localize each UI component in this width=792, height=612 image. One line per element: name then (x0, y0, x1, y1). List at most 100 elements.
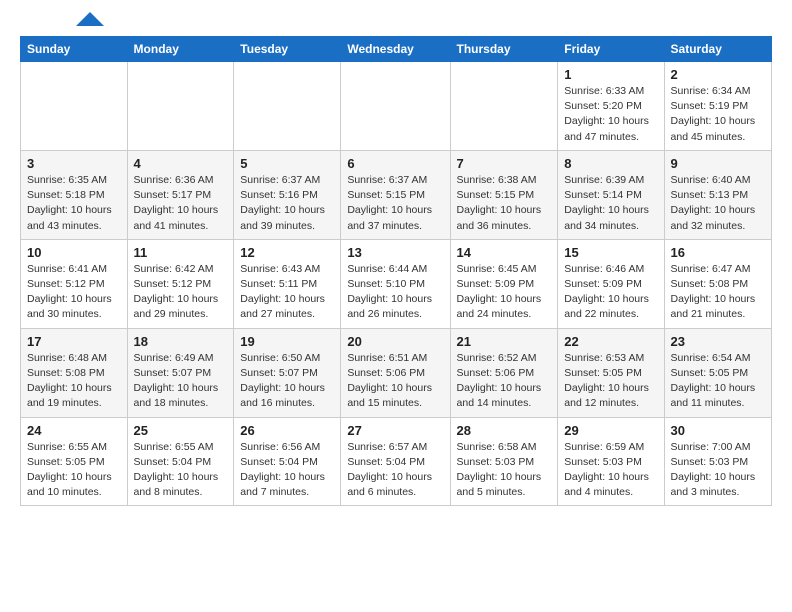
calendar-cell: 3 Sunrise: 6:35 AM Sunset: 5:18 PM Daylig… (21, 150, 128, 239)
calendar-table: SundayMondayTuesdayWednesdayThursdayFrid… (20, 36, 772, 506)
day-info: Sunrise: 6:39 AM Sunset: 5:14 PM Dayligh… (564, 173, 657, 234)
calendar-cell: 27 Sunrise: 6:57 AM Sunset: 5:04 PM Dayli… (341, 417, 450, 506)
day-number: 10 (27, 245, 121, 260)
calendar-cell: 21Sunrise: 6:52 AM Sunset: 5:06 PM Dayli… (450, 328, 558, 417)
day-number: 13 (347, 245, 443, 260)
calendar-cell: 11 Sunrise: 6:42 AM Sunset: 5:12 PM Dayli… (127, 239, 234, 328)
day-info: Sunrise: 6:49 AM Sunset: 5:07 PM Dayligh… (134, 351, 228, 412)
calendar-cell: 12 Sunrise: 6:43 AM Sunset: 5:11 PM Dayli… (234, 239, 341, 328)
day-number: 24 (27, 423, 121, 438)
day-number: 18 (134, 334, 228, 349)
day-number: 19 (240, 334, 334, 349)
calendar-cell: 2 Sunrise: 6:34 AM Sunset: 5:19 PM Daylig… (664, 62, 771, 151)
day-info: Sunrise: 6:38 AM Sunset: 5:15 PM Dayligh… (457, 173, 552, 234)
day-info: Sunrise: 6:40 AM Sunset: 5:13 PM Dayligh… (671, 173, 765, 234)
calendar-cell: 4 Sunrise: 6:36 AM Sunset: 5:17 PM Daylig… (127, 150, 234, 239)
day-of-week-header: Sunday (21, 37, 128, 62)
day-of-week-header: Friday (558, 37, 664, 62)
calendar-cell: 23 Sunrise: 6:54 AM Sunset: 5:05 PM Dayli… (664, 328, 771, 417)
day-info: Sunrise: 6:44 AM Sunset: 5:10 PM Dayligh… (347, 262, 443, 323)
calendar-cell (21, 62, 128, 151)
calendar-cell: 9Sunrise: 6:40 AM Sunset: 5:13 PM Daylig… (664, 150, 771, 239)
day-number: 29 (564, 423, 657, 438)
day-info: Sunrise: 7:00 AM Sunset: 5:03 PM Dayligh… (671, 440, 765, 501)
day-number: 20 (347, 334, 443, 349)
day-info: Sunrise: 6:37 AM Sunset: 5:16 PM Dayligh… (240, 173, 334, 234)
day-info: Sunrise: 6:55 AM Sunset: 5:04 PM Dayligh… (134, 440, 228, 501)
day-number: 5 (240, 156, 334, 171)
day-info: Sunrise: 6:58 AM Sunset: 5:03 PM Dayligh… (457, 440, 552, 501)
logo (20, 16, 104, 26)
day-number: 1 (564, 67, 657, 82)
day-number: 23 (671, 334, 765, 349)
calendar-cell: 17 Sunrise: 6:48 AM Sunset: 5:08 PM Dayli… (21, 328, 128, 417)
day-info: Sunrise: 6:53 AM Sunset: 5:05 PM Dayligh… (564, 351, 657, 412)
day-info: Sunrise: 6:57 AM Sunset: 5:04 PM Dayligh… (347, 440, 443, 501)
calendar-cell: 16 Sunrise: 6:47 AM Sunset: 5:08 PM Dayli… (664, 239, 771, 328)
calendar-cell: 10 Sunrise: 6:41 AM Sunset: 5:12 PM Dayli… (21, 239, 128, 328)
day-number: 27 (347, 423, 443, 438)
day-number: 28 (457, 423, 552, 438)
day-number: 11 (134, 245, 228, 260)
calendar-cell: 30 Sunrise: 7:00 AM Sunset: 5:03 PM Dayli… (664, 417, 771, 506)
calendar-cell: 1 Sunrise: 6:33 AM Sunset: 5:20 PM Daylig… (558, 62, 664, 151)
day-number: 12 (240, 245, 334, 260)
day-of-week-header: Monday (127, 37, 234, 62)
day-info: Sunrise: 6:48 AM Sunset: 5:08 PM Dayligh… (27, 351, 121, 412)
calendar-cell: 5 Sunrise: 6:37 AM Sunset: 5:16 PM Daylig… (234, 150, 341, 239)
calendar-week-row: 24 Sunrise: 6:55 AM Sunset: 5:05 PM Dayli… (21, 417, 772, 506)
calendar-cell: 15Sunrise: 6:46 AM Sunset: 5:09 PM Dayli… (558, 239, 664, 328)
day-of-week-header: Saturday (664, 37, 771, 62)
day-info: Sunrise: 6:33 AM Sunset: 5:20 PM Dayligh… (564, 84, 657, 145)
logo-icon (76, 12, 104, 26)
day-number: 2 (671, 67, 765, 82)
day-info: Sunrise: 6:47 AM Sunset: 5:08 PM Dayligh… (671, 262, 765, 323)
day-number: 3 (27, 156, 121, 171)
calendar-week-row: 10 Sunrise: 6:41 AM Sunset: 5:12 PM Dayli… (21, 239, 772, 328)
day-info: Sunrise: 6:56 AM Sunset: 5:04 PM Dayligh… (240, 440, 334, 501)
calendar-cell: 18 Sunrise: 6:49 AM Sunset: 5:07 PM Dayli… (127, 328, 234, 417)
calendar-week-row: 17 Sunrise: 6:48 AM Sunset: 5:08 PM Dayli… (21, 328, 772, 417)
day-info: Sunrise: 6:41 AM Sunset: 5:12 PM Dayligh… (27, 262, 121, 323)
calendar-cell: 13 Sunrise: 6:44 AM Sunset: 5:10 PM Dayli… (341, 239, 450, 328)
day-info: Sunrise: 6:46 AM Sunset: 5:09 PM Dayligh… (564, 262, 657, 323)
day-info: Sunrise: 6:35 AM Sunset: 5:18 PM Dayligh… (27, 173, 121, 234)
page-header (20, 16, 772, 26)
day-info: Sunrise: 6:45 AM Sunset: 5:09 PM Dayligh… (457, 262, 552, 323)
day-of-week-header: Tuesday (234, 37, 341, 62)
day-number: 25 (134, 423, 228, 438)
day-info: Sunrise: 6:59 AM Sunset: 5:03 PM Dayligh… (564, 440, 657, 501)
day-number: 17 (27, 334, 121, 349)
calendar-cell: 22 Sunrise: 6:53 AM Sunset: 5:05 PM Dayli… (558, 328, 664, 417)
calendar-cell: 7 Sunrise: 6:38 AM Sunset: 5:15 PM Daylig… (450, 150, 558, 239)
day-info: Sunrise: 6:54 AM Sunset: 5:05 PM Dayligh… (671, 351, 765, 412)
day-number: 6 (347, 156, 443, 171)
day-number: 14 (457, 245, 552, 260)
day-number: 22 (564, 334, 657, 349)
day-number: 7 (457, 156, 552, 171)
day-number: 26 (240, 423, 334, 438)
day-number: 8 (564, 156, 657, 171)
day-number: 4 (134, 156, 228, 171)
calendar-week-row: 1 Sunrise: 6:33 AM Sunset: 5:20 PM Daylig… (21, 62, 772, 151)
day-info: Sunrise: 6:55 AM Sunset: 5:05 PM Dayligh… (27, 440, 121, 501)
calendar-cell (341, 62, 450, 151)
calendar-cell: 25 Sunrise: 6:55 AM Sunset: 5:04 PM Dayli… (127, 417, 234, 506)
calendar-week-row: 3 Sunrise: 6:35 AM Sunset: 5:18 PM Daylig… (21, 150, 772, 239)
calendar-cell: 19 Sunrise: 6:50 AM Sunset: 5:07 PM Dayli… (234, 328, 341, 417)
calendar-cell: 20Sunrise: 6:51 AM Sunset: 5:06 PM Dayli… (341, 328, 450, 417)
calendar-cell: 8 Sunrise: 6:39 AM Sunset: 5:14 PM Daylig… (558, 150, 664, 239)
calendar-cell: 29 Sunrise: 6:59 AM Sunset: 5:03 PM Dayli… (558, 417, 664, 506)
day-info: Sunrise: 6:42 AM Sunset: 5:12 PM Dayligh… (134, 262, 228, 323)
calendar-cell (234, 62, 341, 151)
day-number: 30 (671, 423, 765, 438)
day-info: Sunrise: 6:37 AM Sunset: 5:15 PM Dayligh… (347, 173, 443, 234)
day-info: Sunrise: 6:34 AM Sunset: 5:19 PM Dayligh… (671, 84, 765, 145)
calendar-cell (450, 62, 558, 151)
calendar-cell: 24 Sunrise: 6:55 AM Sunset: 5:05 PM Dayli… (21, 417, 128, 506)
day-of-week-header: Thursday (450, 37, 558, 62)
day-info: Sunrise: 6:36 AM Sunset: 5:17 PM Dayligh… (134, 173, 228, 234)
day-number: 16 (671, 245, 765, 260)
day-info: Sunrise: 6:50 AM Sunset: 5:07 PM Dayligh… (240, 351, 334, 412)
day-info: Sunrise: 6:43 AM Sunset: 5:11 PM Dayligh… (240, 262, 334, 323)
